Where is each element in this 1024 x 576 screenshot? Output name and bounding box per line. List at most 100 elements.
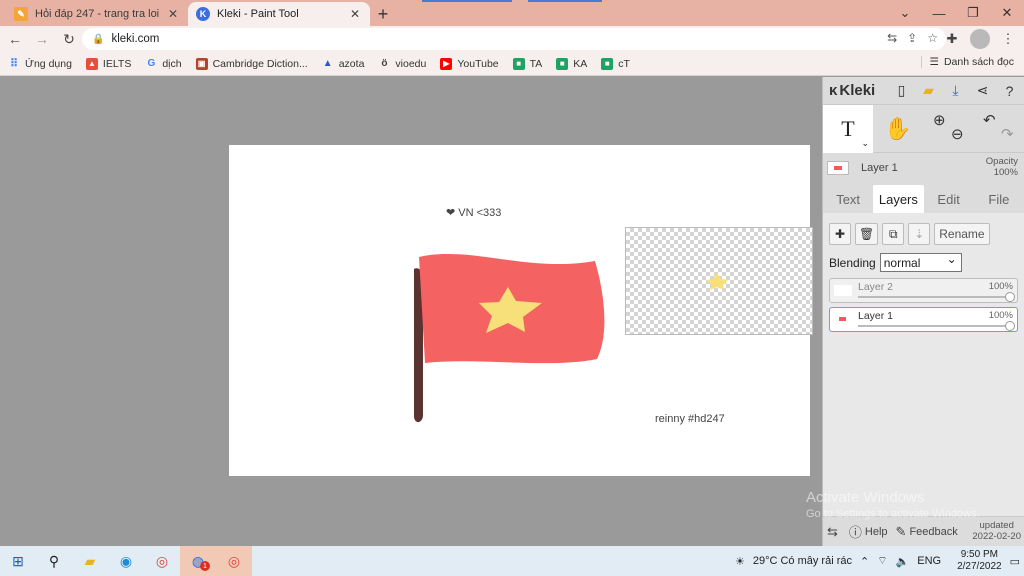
zoom-controls: ⊕ ⊖ — [923, 105, 973, 153]
blending-select[interactable]: normal — [879, 252, 962, 272]
layer-row-1[interactable]: Layer 1 100% — [829, 307, 1018, 332]
tab-kleki[interactable]: K Kleki - Paint Tool ✕ — [188, 2, 370, 26]
bookmark-cambridge[interactable]: ▣ Cambridge Diction... — [195, 57, 308, 70]
new-tab-button[interactable]: + — [370, 2, 396, 26]
slider-knob[interactable] — [1005, 292, 1015, 302]
reload-icon[interactable]: ↻ — [57, 27, 81, 51]
help-icon[interactable]: ? — [999, 80, 1020, 101]
menu-icon[interactable]: ⋮ — [998, 29, 1018, 49]
layer-opacity-slider[interactable] — [858, 296, 1011, 298]
notification-badge: 1 — [200, 561, 210, 571]
file-explorer-icon[interactable]: ▰ — [72, 546, 108, 576]
bookmark-ka[interactable]: ■ KA — [556, 57, 587, 70]
notifications-icon[interactable]: ▭ — [1010, 555, 1020, 568]
bookmark-ielts[interactable]: ▲ IELTS — [85, 57, 131, 70]
bookmark-star-icon[interactable]: ☆ — [927, 31, 938, 45]
text-tool-icon: T — [841, 115, 855, 141]
undo-icon[interactable]: ↶ — [983, 111, 996, 129]
tab-text[interactable]: Text — [823, 185, 873, 213]
layer-opacity-slider[interactable] — [858, 325, 1011, 327]
address-bar[interactable]: 🔒 kleki.com ⇆ ⇪ ☆ — [82, 28, 946, 50]
chevron-down-icon[interactable]: ⌄ — [861, 138, 869, 149]
translate-icon[interactable]: ⇆ — [887, 31, 897, 45]
panel-footer: ⇆ ⓘ Help ✎ Feedback updated 2022-02-20 — [823, 516, 1024, 546]
weather-text[interactable]: 29°C Có mây rải rác — [753, 555, 852, 567]
layer-preview-popup — [625, 227, 813, 335]
add-layer-button[interactable]: ✚ — [829, 223, 851, 245]
layer-name: Layer 1 — [858, 310, 894, 322]
download-icon[interactable]: ⤓ — [945, 80, 966, 101]
layer-buttons: ✚ 🗑 ⧉ ⇣ Rename — [829, 223, 1018, 245]
pencil-icon: ✎ — [895, 523, 907, 539]
kleki-workspace[interactable]: ❤ VN <333 reinny #hd247 — [0, 77, 822, 546]
bookmark-youtube[interactable]: ▶ YouTube — [440, 57, 499, 70]
updated-info[interactable]: updated 2022-02-20 — [972, 520, 1021, 542]
text-tool-button[interactable]: T ⌄ — [823, 104, 873, 153]
rename-button[interactable]: Rename — [934, 223, 990, 245]
share-icon[interactable]: ⇪ — [907, 31, 917, 45]
azota-icon: ▲ — [322, 58, 333, 69]
feedback-button[interactable]: ✎ Feedback — [896, 524, 958, 540]
new-image-icon[interactable]: ▯ — [891, 80, 912, 101]
edge-icon[interactable]: ◉ — [108, 546, 144, 576]
forward-icon[interactable]: → — [30, 27, 54, 51]
start-icon[interactable]: ⊞ — [0, 546, 36, 576]
bookmark-vioedu[interactable]: ö vioedu — [378, 58, 426, 70]
reading-list[interactable]: ☰ Danh sách đọc — [920, 56, 1014, 68]
share-icon[interactable]: ⋖ — [972, 80, 993, 101]
google-icon: G — [147, 58, 156, 69]
tab-search-icon[interactable]: ⌄ — [888, 0, 922, 26]
show-hidden-icon[interactable]: ⌃ — [860, 555, 869, 568]
kleki-logo[interactable]: ᴋ Kleki — [829, 82, 875, 99]
tab-edit[interactable]: Edit — [924, 185, 974, 213]
search-icon[interactable]: ⚲ — [36, 546, 72, 576]
ielts-icon: ▲ — [85, 57, 98, 70]
restore-icon[interactable]: ❐ — [956, 0, 990, 26]
active-layer-name: Layer 1 — [861, 162, 898, 174]
browser-tab-strip: ✎ Hỏi đáp 247 - trang tra loi ✕ K Kleki … — [0, 0, 1024, 26]
tab-layers[interactable]: Layers — [873, 185, 924, 213]
swap-panel-button[interactable]: ⇆ — [827, 524, 841, 540]
merge-layer-button[interactable]: ⇣ — [908, 223, 931, 245]
tab-file[interactable]: File — [974, 185, 1024, 213]
zoom-out-icon[interactable]: ⊖ — [951, 125, 964, 143]
layer-thumbnail — [834, 285, 852, 296]
profile-avatar[interactable] — [970, 29, 990, 49]
network-icon[interactable]: ⌔ — [877, 554, 887, 568]
minimize-icon[interactable]: — — [922, 0, 956, 26]
volume-icon[interactable]: 🔈 — [896, 555, 910, 568]
delete-layer-button[interactable]: 🗑 — [855, 223, 879, 245]
meet-icon: ■ — [512, 57, 525, 70]
bookmark-ct[interactable]: ■ cT — [601, 57, 630, 70]
cambridge-icon: ▣ — [195, 57, 208, 70]
redo-icon[interactable]: ↷ — [1001, 125, 1014, 143]
help-button[interactable]: ⓘ Help — [849, 522, 888, 541]
bookmark-azota[interactable]: ▲ azota — [322, 58, 365, 70]
zoom-in-icon[interactable]: ⊕ — [933, 111, 946, 129]
zalo-icon[interactable]: ◍ 1 — [180, 546, 216, 576]
close-tab-icon[interactable]: ✕ — [348, 7, 362, 21]
bookmark-apps[interactable]: ⠿ Ứng dụng — [8, 58, 72, 71]
clock[interactable]: 9:50 PM 2/27/2022 — [949, 549, 1002, 573]
lock-icon[interactable]: 🔒 — [92, 34, 104, 45]
slider-knob[interactable] — [1005, 321, 1015, 331]
language-indicator[interactable]: ENG — [917, 555, 941, 567]
back-icon[interactable]: ← — [3, 27, 27, 51]
chrome-icon[interactable]: ◎ — [144, 546, 180, 576]
extensions-icon[interactable]: ✚ — [942, 29, 962, 49]
bookmark-dich[interactable]: Gdịch — [145, 58, 181, 70]
url-text: kleki.com — [111, 33, 160, 45]
open-folder-icon[interactable]: ▰ — [918, 80, 939, 101]
meet-icon: ■ — [556, 57, 569, 70]
close-window-icon[interactable]: ✕ — [990, 0, 1024, 26]
duplicate-layer-button[interactable]: ⧉ — [882, 223, 905, 245]
close-tab-icon[interactable]: ✕ — [166, 7, 180, 21]
hand-tool-button[interactable]: ✋ — [873, 105, 923, 153]
chrome-active-icon[interactable]: ◎ — [216, 546, 252, 576]
swap-icon: ⇆ — [827, 523, 838, 539]
youtube-icon: ▶ — [440, 57, 453, 70]
layer-row-2[interactable]: Layer 2 100% — [829, 278, 1018, 303]
weather-icon[interactable]: ☀ — [735, 555, 745, 568]
tab-hoidap[interactable]: ✎ Hỏi đáp 247 - trang tra loi ✕ — [6, 2, 188, 26]
bookmark-ta[interactable]: ■ TA — [512, 57, 542, 70]
